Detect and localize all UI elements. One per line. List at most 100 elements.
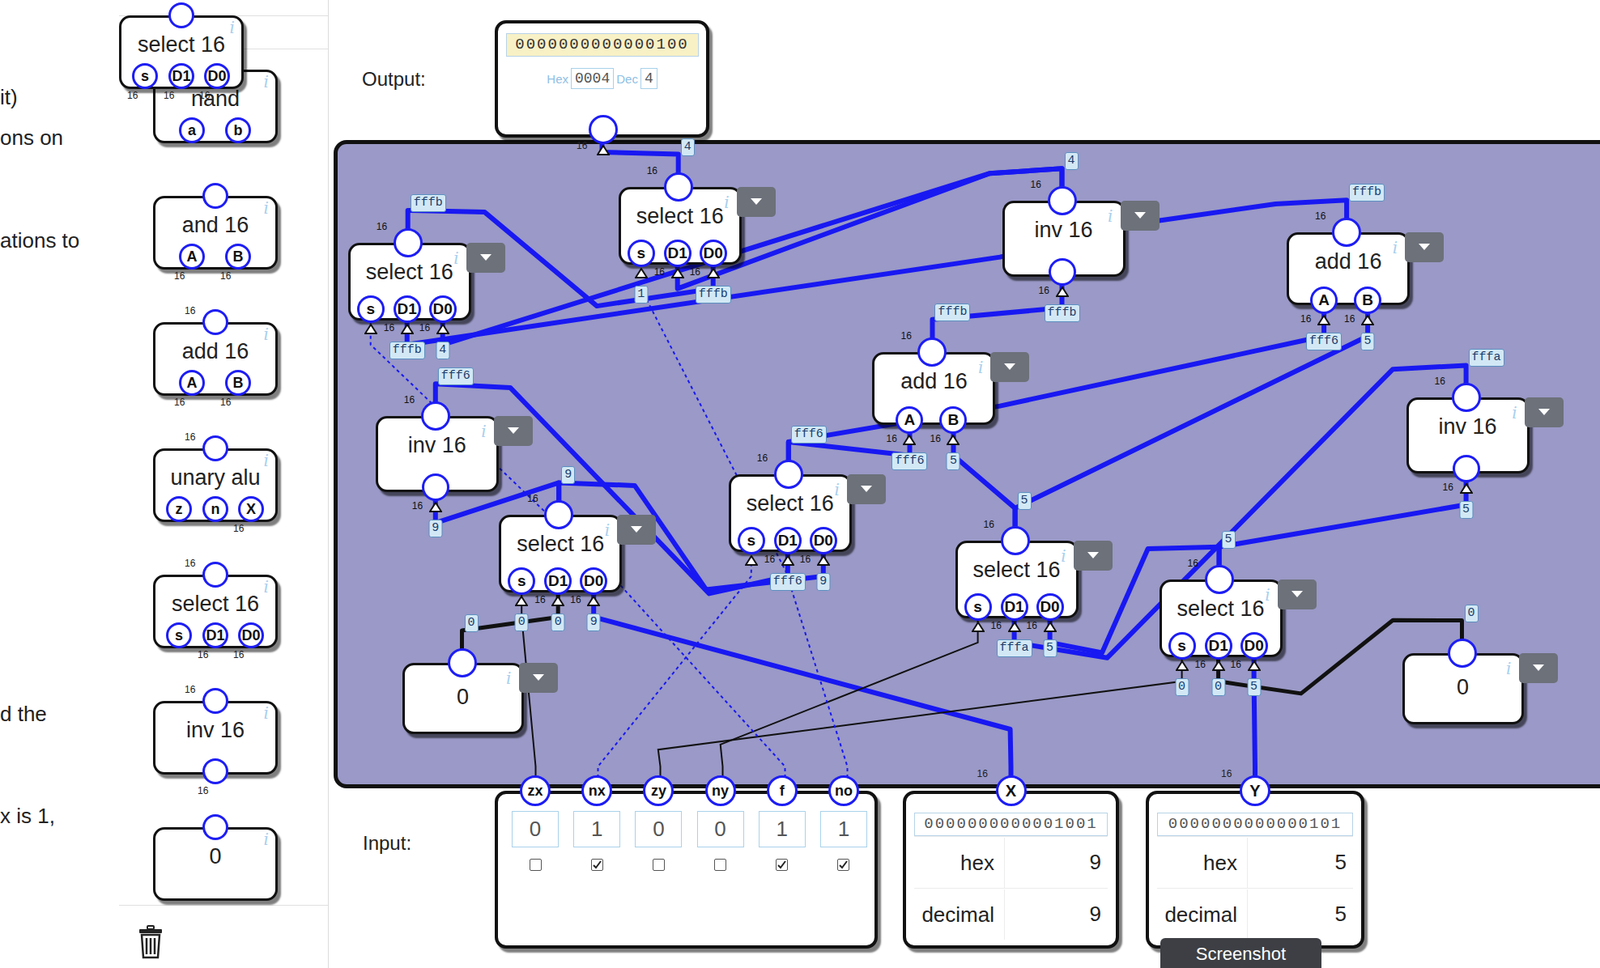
- input-pin[interactable]: s: [737, 527, 766, 555]
- checkbox[interactable]: [775, 859, 788, 872]
- input-pin[interactable]: D016: [1240, 632, 1269, 660]
- wire[interactable]: [1014, 365, 1467, 659]
- output-pin[interactable]: [1204, 565, 1235, 595]
- dropdown-button[interactable]: [736, 187, 776, 218]
- output-pin[interactable]: [774, 459, 804, 490]
- output-pin[interactable]: [1000, 526, 1030, 556]
- info-icon[interactable]: i: [1060, 546, 1066, 566]
- input-pin[interactable]: s: [357, 295, 385, 324]
- input-pin[interactable]: D116: [393, 295, 422, 324]
- circuit-component[interactable]: 16inv 16i16: [1002, 200, 1126, 277]
- output-pin[interactable]: [1331, 217, 1362, 247]
- dropdown-button[interactable]: [990, 352, 1030, 383]
- input-pin[interactable]: no: [828, 775, 860, 807]
- binary-value[interactable]: 0000000000001001: [914, 812, 1108, 837]
- palette-component[interactable]: 16unary aluiznX16: [153, 448, 278, 523]
- info-icon[interactable]: i: [453, 248, 459, 269]
- decimal-field[interactable]: 9: [1004, 902, 1108, 928]
- output-pin[interactable]: [663, 172, 694, 202]
- output-pin[interactable]: [1447, 638, 1477, 669]
- input-pin[interactable]: D116: [544, 567, 572, 596]
- circuit-component[interactable]: 16select 16isD116D016: [1159, 579, 1283, 658]
- input-pin[interactable]: s: [1168, 632, 1196, 660]
- trash-icon[interactable]: [137, 925, 164, 960]
- wire[interactable]: [932, 272, 1063, 353]
- palette-component[interactable]: 0i: [153, 827, 278, 902]
- binary-value[interactable]: 0000000000000101: [1157, 812, 1354, 837]
- input-pin[interactable]: s: [507, 567, 536, 596]
- bit-value[interactable]: 1: [820, 811, 868, 848]
- input-pin[interactable]: X: [995, 775, 1027, 807]
- info-icon[interactable]: i: [263, 703, 269, 724]
- input-pin[interactable]: A16: [1310, 286, 1338, 315]
- wire[interactable]: [370, 309, 786, 792]
- checkbox[interactable]: [652, 859, 665, 872]
- info-icon[interactable]: i: [263, 829, 269, 850]
- wire[interactable]: [1219, 469, 1467, 580]
- input-pin[interactable]: D116: [774, 527, 802, 555]
- input-pin[interactable]: D016: [429, 295, 457, 324]
- trash-area[interactable]: [119, 905, 328, 960]
- dropdown-button[interactable]: [1524, 397, 1564, 428]
- dropdown-button[interactable]: [1519, 653, 1558, 684]
- wire[interactable]: [442, 168, 1063, 345]
- input-pin[interactable]: D116: [663, 239, 692, 268]
- input-pin[interactable]: 16: [1048, 258, 1077, 286]
- input-pin[interactable]: ny: [705, 775, 737, 807]
- checkbox[interactable]: [591, 859, 604, 872]
- checkbox[interactable]: [714, 859, 727, 872]
- output-pin[interactable]: [447, 648, 477, 678]
- info-icon[interactable]: i: [263, 198, 269, 218]
- dropdown-button[interactable]: [617, 514, 656, 545]
- bit-value[interactable]: 0: [511, 811, 559, 848]
- wire[interactable]: [593, 581, 1011, 792]
- output-pin[interactable]: [917, 337, 947, 367]
- bit-value[interactable]: 1: [573, 811, 621, 848]
- circuit-component[interactable]: 16select 16isD116D016: [498, 514, 622, 593]
- info-icon[interactable]: i: [263, 72, 269, 92]
- input-pin[interactable]: B16: [1353, 286, 1382, 315]
- palette-component[interactable]: select 16is16D116D016: [119, 15, 244, 90]
- dropdown-button[interactable]: [1073, 540, 1113, 571]
- output-pin[interactable]: [1451, 382, 1481, 413]
- bit-value[interactable]: 0: [697, 811, 745, 848]
- info-icon[interactable]: i: [604, 520, 610, 541]
- info-icon[interactable]: i: [229, 17, 235, 38]
- circuit-component[interactable]: 0i: [1402, 653, 1524, 725]
- input-pin[interactable]: s: [964, 593, 992, 622]
- input-pin[interactable]: s: [627, 239, 656, 268]
- input-pin[interactable]: nx: [581, 775, 613, 807]
- info-icon[interactable]: i: [978, 357, 983, 378]
- info-icon[interactable]: i: [263, 324, 269, 345]
- dropdown-button[interactable]: [1277, 579, 1317, 610]
- bit-value[interactable]: 0: [634, 811, 682, 848]
- info-icon[interactable]: i: [1264, 585, 1270, 605]
- wire[interactable]: [1015, 300, 1369, 541]
- input-pin[interactable]: zx: [519, 775, 551, 807]
- info-icon[interactable]: i: [1506, 659, 1511, 679]
- info-icon[interactable]: i: [480, 421, 486, 442]
- input-pin[interactable]: D016: [1036, 593, 1064, 622]
- hex-field[interactable]: 9: [1004, 850, 1108, 876]
- wire[interactable]: [462, 581, 559, 664]
- dropdown-button[interactable]: [493, 416, 533, 447]
- input-pin[interactable]: Y: [1239, 775, 1271, 807]
- wire[interactable]: [788, 300, 1324, 475]
- circuit-component[interactable]: 16select 16isD116D016: [955, 540, 1079, 619]
- checkbox[interactable]: [529, 859, 542, 872]
- info-icon[interactable]: i: [834, 480, 839, 500]
- circuit-component[interactable]: 16inv 16i16: [1406, 397, 1530, 474]
- input-pin[interactable]: D016: [809, 527, 838, 555]
- info-icon[interactable]: i: [723, 192, 729, 213]
- input-pin[interactable]: A16: [895, 406, 924, 435]
- circuit-component[interactable]: 0i: [402, 663, 524, 735]
- hex-field[interactable]: 5: [1247, 850, 1354, 876]
- info-icon[interactable]: i: [263, 451, 269, 471]
- decimal-field[interactable]: 5: [1247, 902, 1354, 928]
- circuit-component[interactable]: 16add 16iA16B16: [1286, 232, 1410, 306]
- input-pin[interactable]: f: [766, 775, 798, 807]
- output-pin[interactable]: [1047, 186, 1077, 216]
- palette-component[interactable]: 16select 16isD116D016: [153, 574, 278, 649]
- circuit-component[interactable]: 16add 16iA16B16: [872, 352, 996, 426]
- input-pin[interactable]: D116: [1000, 593, 1029, 622]
